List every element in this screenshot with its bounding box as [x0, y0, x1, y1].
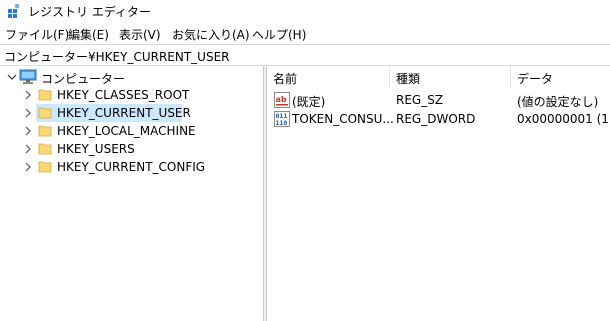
folder-icon [38, 125, 52, 137]
tree-label-hkey-current-user: HKEY_CURRENT_USER [57, 106, 191, 120]
tree-node-hkey-users[interactable]: HKEY_USERS [0, 140, 263, 158]
registry-editor-icon [8, 4, 20, 18]
tree-node-hkey-current-config[interactable]: HKEY_CURRENT_CONFIG [0, 158, 263, 176]
binary-value-icon: 011 110 [274, 111, 290, 127]
value-type: REG_SZ [396, 93, 444, 107]
chevron-right-icon[interactable] [22, 124, 34, 138]
column-header-data[interactable]: データ [511, 66, 610, 88]
menu-help[interactable]: ヘルプ(H) [252, 26, 306, 43]
computer-icon [19, 69, 37, 84]
folder-icon [38, 89, 52, 101]
chevron-down-icon[interactable] [6, 70, 18, 84]
tree-label-hkey-users: HKEY_USERS [57, 142, 135, 156]
value-type: REG_DWORD [396, 112, 476, 126]
tree-label-hkey-local-machine: HKEY_LOCAL_MACHINE [57, 124, 196, 138]
column-header-type[interactable]: 種類 [390, 66, 510, 88]
menu-view[interactable]: 表示(V) [119, 26, 161, 43]
menu-favorites[interactable]: お気に入り(A) [172, 26, 250, 43]
value-data: 0x00000001 (1) [517, 112, 610, 126]
value-name: (既定) [292, 95, 326, 109]
svg-text:110: 110 [276, 119, 288, 127]
menu-file[interactable]: ファイル(F) [5, 26, 69, 43]
tree-node-hkey-classes-root[interactable]: HKEY_CLASSES_ROOT [0, 86, 263, 104]
tree-label-hkey-classes-root: HKEY_CLASSES_ROOT [57, 88, 190, 102]
tree-node-hkey-local-machine[interactable]: HKEY_LOCAL_MACHINE [0, 122, 263, 140]
title-bar: レジストリ エディター [0, 0, 610, 22]
address-bar[interactable]: コンピューター¥HKEY_CURRENT_USER [0, 44, 610, 66]
menu-edit[interactable]: 編集(E) [68, 26, 109, 43]
value-list-pane[interactable]: 名前 種類 データ ab (既定) REG_SZ (値の設定なし) 011 11… [267, 66, 610, 321]
address-path[interactable]: コンピューター¥HKEY_CURRENT_USER [4, 48, 230, 65]
chevron-right-icon[interactable] [22, 160, 34, 174]
column-header-type-label: 種類 [396, 72, 421, 86]
column-header-data-label: データ [517, 72, 554, 86]
table-row[interactable]: ab (既定) REG_SZ (値の設定なし) [267, 91, 610, 109]
menu-bar: ファイル(F) 編集(E) 表示(V) お気に入り(A) ヘルプ(H) [0, 22, 610, 44]
chevron-right-icon[interactable] [22, 106, 34, 120]
column-header-name[interactable]: 名前 [267, 66, 389, 88]
chevron-right-icon[interactable] [22, 142, 34, 156]
key-tree-pane[interactable]: コンピューター HKEY_CLASSES_ROOT HKEY_CURRENT_U… [0, 66, 263, 321]
tree-node-computer[interactable]: コンピューター [0, 68, 263, 86]
folder-icon [38, 161, 52, 173]
column-header-name-label: 名前 [273, 72, 298, 86]
chevron-right-icon[interactable] [22, 88, 34, 102]
value-name: TOKEN_CONSU... [292, 112, 394, 126]
window-title: レジストリ エディター [28, 5, 151, 19]
folder-icon [38, 143, 52, 155]
table-row[interactable]: 011 110 TOKEN_CONSU... REG_DWORD 0x00000… [267, 110, 610, 128]
folder-icon [38, 107, 52, 119]
svg-text:ab: ab [276, 95, 287, 104]
tree-label-computer: コンピューター [41, 72, 126, 86]
tree-label-hkey-current-config: HKEY_CURRENT_CONFIG [57, 160, 206, 174]
string-value-icon: ab [274, 92, 290, 108]
value-data: (値の設定なし) [517, 95, 599, 109]
tree-node-hkey-current-user[interactable]: HKEY_CURRENT_USER [0, 104, 263, 122]
